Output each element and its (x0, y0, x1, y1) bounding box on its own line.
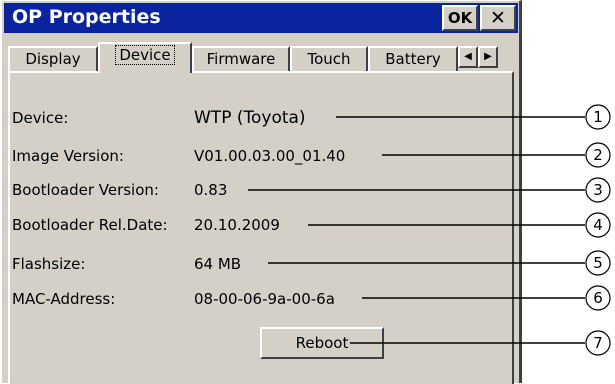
callout-annotations: 1 2 3 4 5 6 7 (248, 104, 611, 356)
callout-number-4: 4 (593, 216, 603, 234)
callout-number-2: 2 (593, 146, 603, 164)
callout-number-1: 1 (593, 108, 603, 126)
tab-device[interactable]: Device (98, 42, 192, 73)
callout-number-7: 7 (593, 334, 603, 352)
tab-label: Device (115, 45, 175, 65)
callout-number-3: 3 (593, 181, 603, 199)
callout-number-5: 5 (593, 254, 603, 272)
callout-number-6: 6 (593, 289, 603, 307)
